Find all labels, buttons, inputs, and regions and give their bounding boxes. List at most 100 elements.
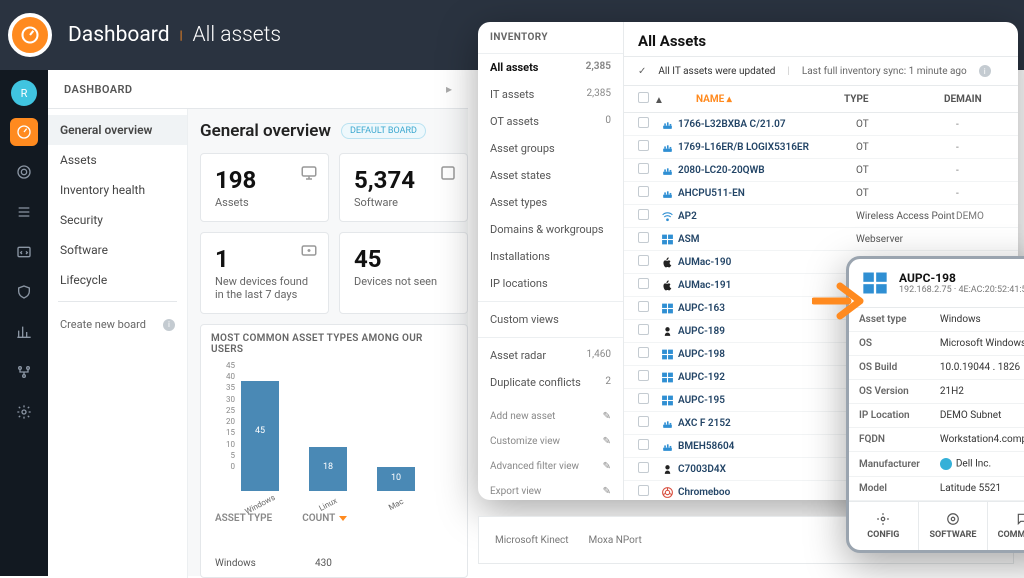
inventory-action[interactable]: Add new asset✎ bbox=[478, 404, 623, 429]
chart-bar[interactable]: 10Mac bbox=[377, 467, 415, 491]
row-checkbox[interactable] bbox=[638, 232, 649, 243]
wifi-icon bbox=[656, 210, 678, 223]
detail-row: OS Version21H2 bbox=[849, 380, 1024, 404]
dell-icon bbox=[940, 458, 952, 470]
dash-nav-general[interactable]: General overview bbox=[48, 115, 187, 145]
chevron-right-icon[interactable]: ▸ bbox=[446, 82, 452, 96]
nav-diagram-icon[interactable] bbox=[10, 358, 38, 386]
row-type: OT bbox=[856, 119, 956, 130]
gauge-icon bbox=[20, 25, 40, 45]
inventory-sidebar: INVENTORY All assets2,385IT assets2,385O… bbox=[478, 22, 624, 500]
table-row[interactable]: 1766-L32BXBA C/21.07OT- bbox=[624, 113, 1018, 136]
row-checkbox[interactable] bbox=[638, 416, 649, 427]
nav-target-icon[interactable] bbox=[10, 158, 38, 186]
row-checkbox[interactable] bbox=[638, 140, 649, 151]
table-row[interactable]: 2080-LC20-20QWBOT- bbox=[624, 159, 1018, 182]
row-checkbox[interactable] bbox=[638, 393, 649, 404]
topbar-title-a: Dashboard bbox=[68, 23, 170, 47]
create-board-label: Create new board bbox=[60, 318, 146, 331]
row-checkbox[interactable] bbox=[638, 347, 649, 358]
table-row[interactable]: AHCPU511-ENOT- bbox=[624, 182, 1018, 205]
inventory-side-item[interactable]: Asset states bbox=[478, 162, 623, 189]
inventory-side-item[interactable]: Installations bbox=[478, 243, 623, 270]
row-checkbox[interactable] bbox=[638, 186, 649, 197]
row-checkbox[interactable] bbox=[638, 462, 649, 473]
row-checkbox[interactable] bbox=[638, 209, 649, 220]
detail-software-button[interactable]: SOFTWARE bbox=[919, 502, 989, 550]
inventory-side-item[interactable]: Domains & workgroups bbox=[478, 216, 623, 243]
select-all-checkbox[interactable] bbox=[638, 92, 649, 103]
dash-nav-lifecycle[interactable]: Lifecycle bbox=[48, 265, 187, 295]
card-software[interactable]: 5,374 Software bbox=[339, 153, 468, 222]
row-checkbox[interactable] bbox=[638, 324, 649, 335]
nav-dashboard-icon[interactable] bbox=[10, 118, 38, 146]
sliders-icon: ✎ bbox=[603, 436, 611, 447]
logo bbox=[8, 13, 52, 57]
row-name: 2080-LC20-20QWB bbox=[678, 165, 856, 176]
row-checkbox[interactable] bbox=[638, 163, 649, 174]
table-row[interactable]: AP2Wireless Access PointDEMO bbox=[624, 205, 1018, 228]
dashboard-pane: DASHBOARD ▸ General overview Assets Inve… bbox=[48, 70, 468, 576]
inventory-side-item[interactable]: Asset groups bbox=[478, 135, 623, 162]
inventory-side-item[interactable]: OT assets0 bbox=[478, 108, 623, 135]
chart-bar[interactable]: 18Linux bbox=[309, 447, 347, 491]
row-checkbox[interactable] bbox=[638, 117, 649, 128]
row-name: AUPC-189 bbox=[678, 326, 856, 337]
row-checkbox[interactable] bbox=[638, 278, 649, 289]
row-checkbox[interactable] bbox=[638, 485, 649, 496]
card-assets-label: Assets bbox=[215, 196, 314, 209]
inventory-side-item[interactable]: IP locations bbox=[478, 270, 623, 297]
card-newdevices[interactable]: 1 New devices found in the last 7 days bbox=[200, 232, 329, 314]
nav-chart-icon[interactable] bbox=[10, 318, 38, 346]
nav-code-icon[interactable] bbox=[10, 238, 38, 266]
inventory-side-item[interactable]: Duplicate conflicts2 bbox=[478, 369, 623, 396]
legend-col-count: COUNT bbox=[302, 513, 335, 524]
detail-row: Asset typeWindows bbox=[849, 308, 1024, 332]
inventory-side-item[interactable]: Custom views bbox=[478, 306, 623, 333]
inventory-side-item[interactable]: Asset radar1,460 bbox=[478, 342, 623, 369]
inventory-side-item[interactable]: All assets2,385 bbox=[478, 54, 623, 81]
nav-shield-icon[interactable] bbox=[10, 278, 38, 306]
dashboard-header-label: DASHBOARD bbox=[64, 83, 132, 96]
inventory-side-item[interactable]: Asset types bbox=[478, 189, 623, 216]
default-board-pill: DEFAULT BOARD bbox=[341, 123, 426, 139]
win-icon bbox=[656, 394, 678, 407]
row-domain: - bbox=[956, 165, 1004, 176]
chart-bar[interactable]: 45Windows bbox=[241, 381, 279, 491]
inventory-action[interactable]: Customize view✎ bbox=[478, 429, 623, 454]
status-sync: Last full inventory sync: 1 minute ago bbox=[802, 66, 967, 77]
row-checkbox[interactable] bbox=[638, 255, 649, 266]
row-domain: DEMO bbox=[956, 211, 1004, 222]
table-row[interactable]: ASMWebserver bbox=[624, 228, 1018, 251]
avatar[interactable]: R bbox=[11, 80, 37, 106]
inventory-action[interactable]: Advanced filter view✎ bbox=[478, 454, 623, 479]
detail-config-button[interactable]: CONFIG bbox=[849, 502, 919, 550]
create-board-button[interactable]: Create new board i bbox=[48, 308, 187, 341]
nav-list-icon[interactable] bbox=[10, 198, 38, 226]
inventory-action[interactable]: Export view✎ bbox=[478, 479, 623, 500]
ot-icon bbox=[656, 187, 678, 200]
card-assets[interactable]: 198 Assets bbox=[200, 153, 329, 222]
status-updated: All IT assets were updated bbox=[658, 66, 775, 77]
detail-row: IP LocationDEMO Subnet bbox=[849, 404, 1024, 428]
col-type[interactable]: TYPE bbox=[844, 94, 944, 105]
dash-nav-software[interactable]: Software bbox=[48, 235, 187, 265]
card-notseen[interactable]: 45 Devices not seen bbox=[339, 232, 468, 314]
col-name[interactable]: NAME bbox=[696, 94, 724, 105]
table-row[interactable]: 1769-L16ER/B LOGIX5316EROT- bbox=[624, 136, 1018, 159]
dash-nav-inventory-health[interactable]: Inventory health bbox=[48, 175, 187, 205]
inventory-side-item[interactable]: IT assets2,385 bbox=[478, 81, 623, 108]
info-icon: i bbox=[979, 65, 991, 77]
chart-legend: ASSET TYPE COUNT Windows 430 bbox=[211, 513, 457, 569]
col-domain[interactable]: DEMAIN bbox=[944, 94, 1004, 105]
row-checkbox[interactable] bbox=[638, 439, 649, 450]
dash-nav-assets[interactable]: Assets bbox=[48, 145, 187, 175]
nav-gear-icon[interactable] bbox=[10, 398, 38, 426]
row-checkbox[interactable] bbox=[638, 301, 649, 312]
card-notseen-value: 45 bbox=[354, 245, 453, 273]
detail-comments-button[interactable]: COMMENTS bbox=[988, 502, 1024, 550]
caret-down-icon bbox=[339, 516, 347, 521]
dash-nav-security[interactable]: Security bbox=[48, 205, 187, 235]
row-checkbox[interactable] bbox=[638, 370, 649, 381]
detail-row: OSMicrosoft Windows 10 Ente bbox=[849, 332, 1024, 356]
